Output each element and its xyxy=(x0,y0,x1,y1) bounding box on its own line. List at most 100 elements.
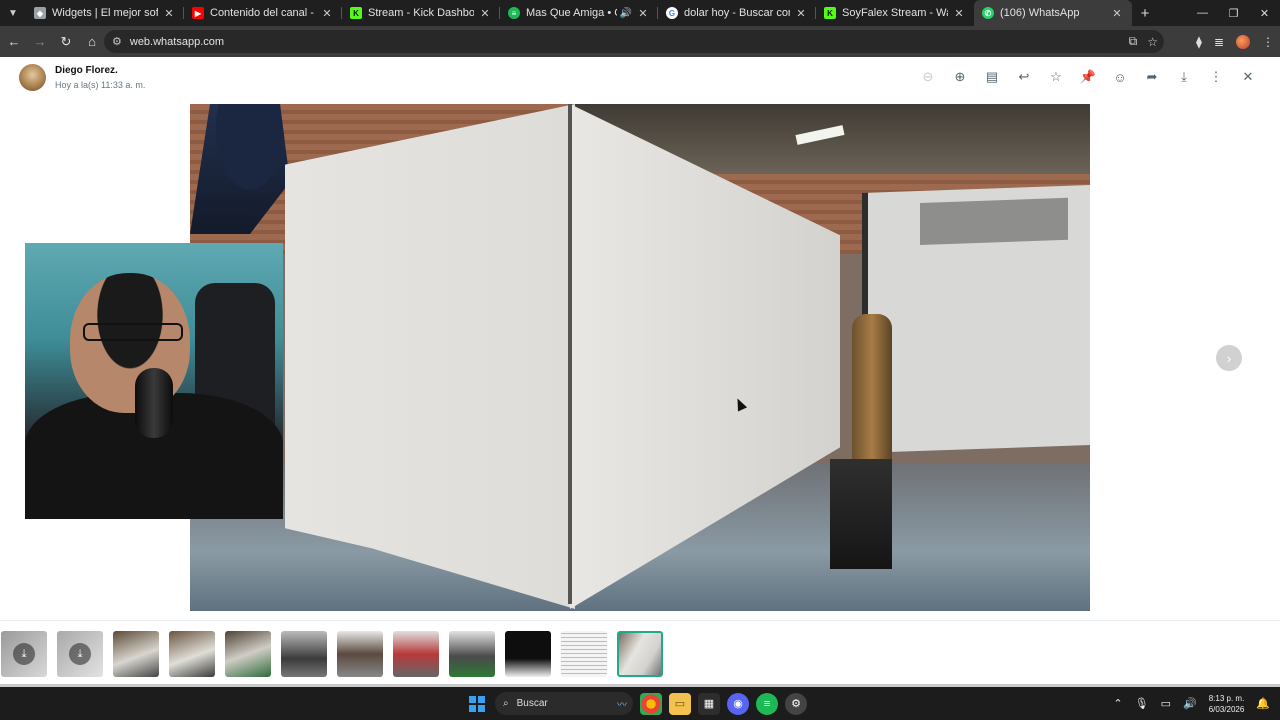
media-viewer-header: Diego Florez. Hoy a la(s) 11:33 a. m. ⊖ … xyxy=(0,57,1280,102)
microphone-icon xyxy=(135,368,173,438)
spotify-icon[interactable]: ≡ xyxy=(756,692,778,715)
profile-avatar[interactable] xyxy=(1236,34,1250,49)
tab-title: Mas Que Amiga • Grupo Bryndis xyxy=(526,7,617,19)
discord-icon[interactable]: ◉ xyxy=(727,692,749,715)
extensions-icon[interactable]: ⧫ xyxy=(1196,35,1202,49)
thumbnail[interactable]: ⤓ xyxy=(1,631,47,677)
tab-search-chevron-icon[interactable]: ▼ xyxy=(0,0,26,26)
browser-menu-icon[interactable]: ⋮ xyxy=(1262,35,1274,49)
site-info-icon[interactable]: ⚙ xyxy=(112,35,122,48)
thumbnail[interactable] xyxy=(225,631,271,677)
chrome-icon[interactable] xyxy=(640,692,662,715)
pin-icon[interactable]: 📌 xyxy=(1072,67,1104,87)
minimize-icon[interactable]: — xyxy=(1187,0,1218,26)
notification-bell-icon[interactable]: 🔔 xyxy=(1256,697,1270,710)
reload-icon[interactable]: ↻ xyxy=(54,30,78,54)
tab-title: dolar hoy - Buscar con Google xyxy=(684,7,790,19)
tab-strip: ▼ ◆ Widgets | El mejor software para ✕ ▶… xyxy=(0,0,1280,26)
tab-title: Contenido del canal - YouTube Studio xyxy=(210,7,316,19)
forward-icon[interactable]: ➦ xyxy=(1136,67,1168,87)
thumbnail[interactable] xyxy=(113,631,159,677)
webcam-overlay xyxy=(25,243,283,519)
speaker-icon[interactable]: 🔊 xyxy=(620,8,632,19)
restore-icon[interactable]: ❐ xyxy=(1218,0,1249,26)
tab-google[interactable]: G dolar hoy - Buscar con Google ✕ xyxy=(658,0,816,26)
clock-time: 8:13 p. m. xyxy=(1208,693,1245,703)
zoom-in-icon[interactable]: ⊕ xyxy=(944,67,976,87)
forward-icon[interactable]: → xyxy=(28,30,52,54)
reply-icon[interactable]: ↩ xyxy=(1008,67,1040,87)
widget-icon: ◆ xyxy=(34,7,46,19)
tab-close-icon[interactable]: ✕ xyxy=(794,7,808,20)
install-app-icon[interactable]: ⧉ xyxy=(1129,34,1138,49)
tab-close-icon[interactable]: ✕ xyxy=(162,7,176,20)
tab-youtube[interactable]: ▶ Contenido del canal - YouTube Studio ✕ xyxy=(184,0,342,26)
thumbnail[interactable] xyxy=(505,631,551,677)
tab-whatsapp[interactable]: ✆ (106) WhatsApp ✕ xyxy=(974,0,1132,26)
close-window-icon[interactable]: ✕ xyxy=(1249,0,1280,26)
home-icon[interactable]: ⌂ xyxy=(80,30,104,54)
thumbnail[interactable]: ⤓ xyxy=(57,631,103,677)
thumbnail[interactable] xyxy=(337,631,383,677)
tab-kick-dashboard[interactable]: K Stream - Kick Dashboard ✕ xyxy=(342,0,500,26)
new-tab-button[interactable]: + xyxy=(1132,0,1158,26)
download-icon: ⤓ xyxy=(69,643,91,665)
browser-toolbar: ← → ↻ ⌂ ⚙ web.whatsapp.com ⧉ ☆ ⧫ ≣ ⋮ xyxy=(0,26,1280,57)
network-icon[interactable]: ▭ xyxy=(1161,697,1171,710)
download-icon[interactable]: ⤓ xyxy=(1168,67,1200,87)
thumbnail-selected[interactable] xyxy=(617,631,663,677)
taskbar-search[interactable]: ⌕ Buscar 〰 xyxy=(495,692,633,715)
sender-name: Diego Florez. xyxy=(55,65,118,76)
thumbnail[interactable] xyxy=(449,631,495,677)
os-taskbar: ⌕ Buscar 〰 ▭ ▦ ◉ ≡ ⚙ ⌃ 🎙 ▭ 🔊 8:13 p. m. … xyxy=(0,687,1280,720)
tab-close-icon[interactable]: ✕ xyxy=(636,7,650,20)
tab-widgets[interactable]: ◆ Widgets | El mejor software para ✕ xyxy=(26,0,184,26)
clock-date: 6/03/2026 xyxy=(1208,704,1245,714)
back-icon[interactable]: ← xyxy=(2,30,26,54)
start-button[interactable] xyxy=(466,693,488,715)
caption-icon[interactable]: ▤ xyxy=(976,67,1008,87)
bookmark-star-icon[interactable]: ☆ xyxy=(1147,35,1158,49)
window-controls: — ❐ ✕ xyxy=(1187,0,1280,26)
volume-icon[interactable]: 🔊 xyxy=(1183,697,1197,710)
chevron-up-icon[interactable]: ⌃ xyxy=(1113,697,1122,710)
media-photo xyxy=(190,104,1090,611)
tab-close-icon[interactable]: ✕ xyxy=(952,7,966,20)
taskbar-search-label: Buscar xyxy=(516,698,548,709)
download-icon: ⤓ xyxy=(13,643,35,665)
url-text: web.whatsapp.com xyxy=(129,35,225,48)
search-icon: ⌕ xyxy=(503,698,509,709)
next-media-button[interactable]: › xyxy=(1216,345,1242,371)
address-bar[interactable]: ⚙ web.whatsapp.com ⧉ ☆ xyxy=(104,30,1164,53)
close-icon[interactable]: ✕ xyxy=(1232,67,1264,87)
thumbnail[interactable] xyxy=(281,631,327,677)
tab-close-icon[interactable]: ✕ xyxy=(1110,7,1124,20)
tab-title: (106) WhatsApp xyxy=(1000,7,1080,19)
whatsapp-icon: ✆ xyxy=(982,7,994,19)
youtube-icon: ▶ xyxy=(192,7,204,19)
mic-icon[interactable]: 🎙 xyxy=(1135,697,1149,710)
thumbnail[interactable] xyxy=(169,631,215,677)
app-icon[interactable]: ⚙ xyxy=(785,692,807,715)
media-control-icon[interactable]: ≣ xyxy=(1214,35,1224,49)
file-explorer-icon[interactable]: ▭ xyxy=(669,692,691,715)
emoji-icon[interactable]: ☺ xyxy=(1104,67,1136,87)
tab-title: Widgets | El mejor software para xyxy=(52,7,158,19)
viewer-actions: ⊖ ⊕ ▤ ↩ ☆ 📌 ☺ ➦ ⤓ ⋮ ✕ xyxy=(912,67,1264,87)
tab-spotify[interactable]: ≡ Mas Que Amiga • Grupo Bryndis 🔊 ✕ xyxy=(500,0,658,26)
avatar[interactable] xyxy=(19,64,46,91)
tab-title: Stream - Kick Dashboard xyxy=(368,7,474,19)
clock[interactable]: 8:13 p. m. 6/03/2026 xyxy=(1209,693,1245,715)
zoom-out-icon[interactable]: ⊖ xyxy=(912,67,944,87)
more-icon[interactable]: ⋮ xyxy=(1200,67,1232,87)
message-timestamp: Hoy a la(s) 11:33 a. m. xyxy=(55,80,146,90)
tab-close-icon[interactable]: ✕ xyxy=(478,7,492,20)
thumbnail[interactable] xyxy=(393,631,439,677)
star-icon[interactable]: ☆ xyxy=(1040,67,1072,87)
tab-close-icon[interactable]: ✕ xyxy=(320,7,334,20)
tab-kick-stream[interactable]: K SoyFalex Stream - Watch Live on Kick ✕ xyxy=(816,0,974,26)
store-icon[interactable]: ▦ xyxy=(698,692,720,715)
thumbnail[interactable] xyxy=(561,631,607,677)
tab-title: SoyFalex Stream - Watch Live on Kick xyxy=(842,7,948,19)
thumbnail-strip: ⤓ ⤓ xyxy=(0,620,1280,686)
